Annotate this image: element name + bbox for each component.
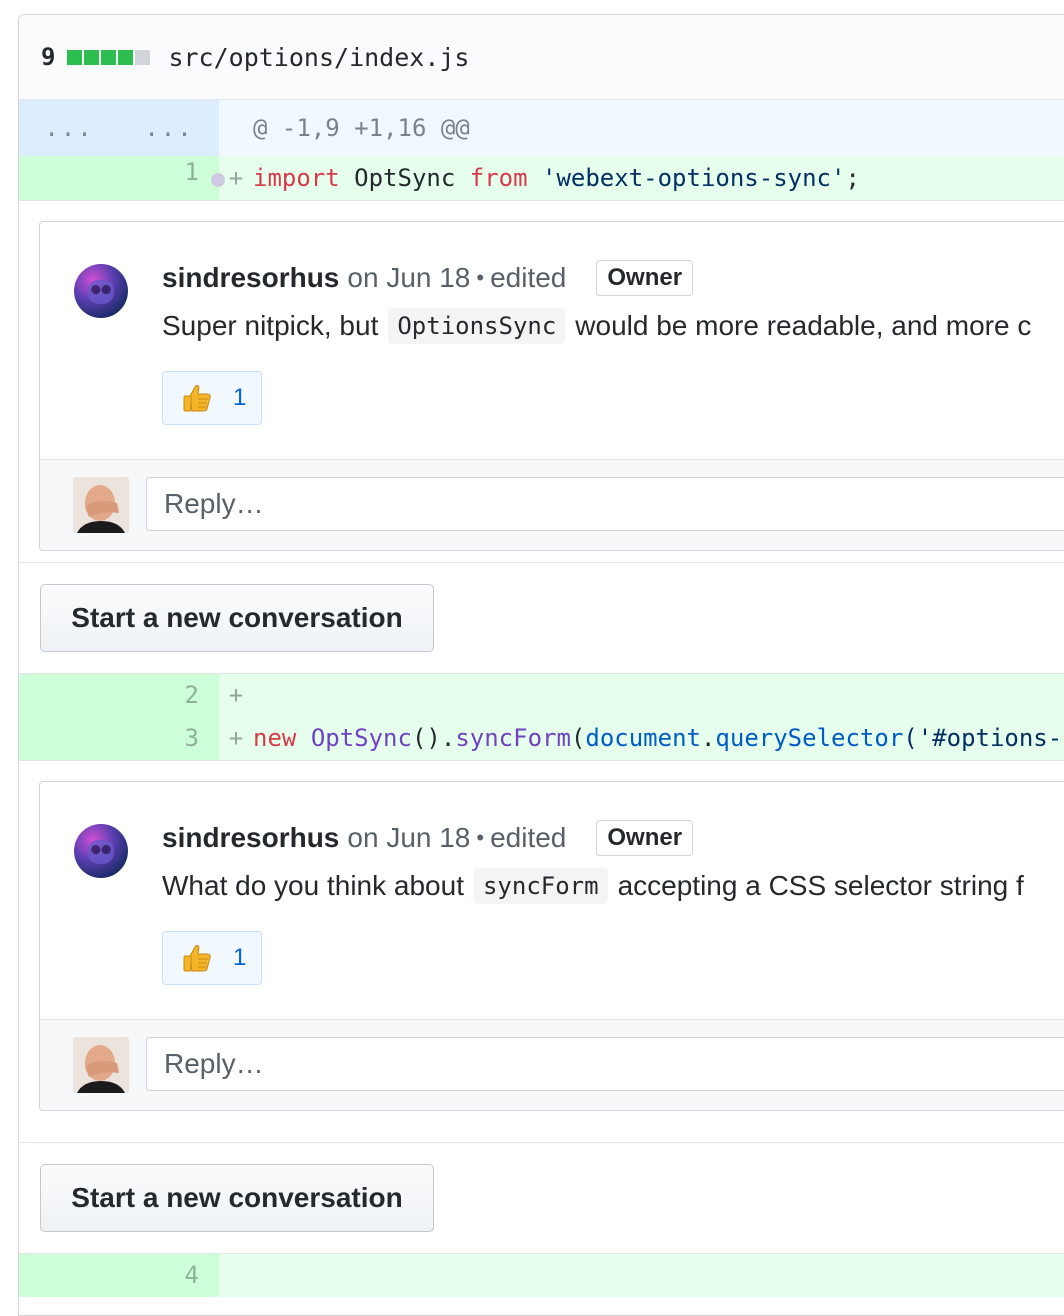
comment-header: sindresorhus on Jun 18 • edited Owner: [162, 260, 694, 296]
comment-text-part: What do you think about: [162, 870, 464, 901]
token-method: syncForm: [455, 724, 571, 752]
comment-body: sindresorhus on Jun 18 • edited Owner Wh…: [40, 782, 1064, 1019]
inline-code: syncForm: [473, 868, 608, 904]
comment-body: sindresorhus on Jun 18 • edited Owner Su…: [40, 222, 1064, 459]
token-method: querySelector: [715, 724, 904, 752]
hunk-header-row: ... ... @ -1,9 +1,16 @@: [19, 100, 1064, 156]
reply-area: Reply…: [40, 1019, 1064, 1110]
owner-badge: Owner: [596, 820, 694, 856]
token-string: ('#options-: [903, 724, 1063, 752]
diffstat-blocks: [67, 49, 152, 65]
author-avatar[interactable]: [74, 824, 128, 878]
thumbs-up-reaction-button[interactable]: 1: [162, 371, 262, 425]
comment-text-part: Super nitpick, but: [162, 310, 379, 341]
comment-box: sindresorhus on Jun 18 • edited Owner Wh…: [39, 781, 1064, 1111]
reply-input[interactable]: Reply…: [146, 477, 1064, 531]
reply-input[interactable]: Reply…: [146, 1037, 1064, 1091]
diffstat-block: [84, 49, 100, 65]
author-link[interactable]: sindresorhus: [162, 262, 339, 294]
diffstat-block: [135, 49, 151, 65]
diffstat-block: [101, 49, 117, 65]
code-content: + new OptSync().syncForm(document.querySe…: [219, 717, 1062, 760]
token-keyword: new: [253, 724, 297, 752]
thumbs-up-reaction-button[interactable]: 1: [162, 931, 262, 985]
comment-text: Super nitpick, but OptionsSync would be …: [162, 308, 1031, 344]
comment-marker-icon[interactable]: [211, 173, 225, 187]
diffstat-block: [118, 49, 134, 65]
token-constant: document: [585, 724, 701, 752]
old-line-number: [19, 156, 119, 200]
inline-code: OptionsSync: [388, 308, 566, 344]
plus-sign: +: [228, 681, 244, 709]
comment-box: sindresorhus on Jun 18 • edited Owner Su…: [39, 221, 1064, 551]
old-line-number: [19, 717, 119, 760]
line-gutter: 2: [19, 674, 219, 717]
token-keyword: from: [469, 164, 528, 192]
comment-thread: sindresorhus on Jun 18 • edited Owner Wh…: [19, 760, 1064, 1143]
token-identifier: OptSync: [339, 164, 470, 192]
edited-dropdown[interactable]: edited: [490, 822, 566, 854]
code-line-4: 4: [19, 1254, 1064, 1297]
new-line-number[interactable]: 2: [119, 674, 219, 717]
new-line-number[interactable]: 3: [119, 717, 219, 760]
new-line-number[interactable]: 1: [119, 150, 219, 200]
current-user-avatar: [73, 477, 129, 533]
start-conversation-button[interactable]: Start a new conversation: [40, 1164, 434, 1232]
edited-dropdown[interactable]: edited: [490, 262, 566, 294]
conversation-region: Start a new conversation: [19, 563, 1064, 674]
comment-text-part: would be more readable, and more c: [575, 310, 1032, 341]
code-content: +: [219, 674, 253, 717]
conversation-region: Start a new conversation: [19, 1143, 1064, 1254]
separator-dot: •: [476, 825, 485, 850]
comment-header: sindresorhus on Jun 18 • edited Owner: [162, 820, 694, 856]
thumbs-up-icon: [183, 945, 211, 972]
token-punctuation: .: [700, 724, 716, 752]
token-punctuation: (: [570, 724, 586, 752]
line-gutter: 1: [19, 156, 219, 200]
expand-up-button[interactable]: ...: [19, 100, 119, 156]
comment-timestamp[interactable]: on Jun 18: [347, 822, 470, 854]
code-line-1: 1 + import OptSync from 'webext-options-s…: [19, 156, 1064, 200]
diffstat-block: [67, 49, 83, 65]
token-punctuation: ().: [411, 724, 456, 752]
line-gutter: 4: [19, 1254, 219, 1297]
plus-sign: +: [228, 724, 244, 752]
owner-badge: Owner: [596, 260, 694, 296]
author-link[interactable]: sindresorhus: [162, 822, 339, 854]
reaction-count: 1: [233, 944, 247, 971]
hunk-gutter: ... ...: [19, 100, 219, 156]
comment-timestamp[interactable]: on Jun 18: [347, 262, 470, 294]
code-line-2: 2 +: [19, 674, 1064, 717]
start-conversation-button[interactable]: Start a new conversation: [40, 584, 434, 652]
facepalm-avatar-icon: [73, 1037, 129, 1093]
diff-file: 9 src/options/index.js ... ... @ -1,9 +1…: [18, 14, 1064, 1316]
line-gutter: 3: [19, 717, 219, 760]
diffstat-count: 9: [41, 43, 56, 71]
old-line-number: [19, 1254, 119, 1297]
current-user-avatar: [73, 1037, 129, 1093]
token-class: OptSync: [310, 724, 412, 752]
comment-text: What do you think about syncForm accepti…: [162, 868, 1024, 904]
separator-dot: •: [476, 265, 485, 290]
code-content: + import OptSync from 'webext-options-syn…: [219, 156, 860, 200]
token-keyword: import: [253, 164, 340, 192]
facepalm-avatar-icon: [73, 477, 129, 533]
author-avatar[interactable]: [74, 264, 128, 318]
reply-area: Reply…: [40, 459, 1064, 550]
token-string: 'webext-options-sync': [542, 164, 846, 192]
file-header: 9 src/options/index.js: [19, 15, 1064, 100]
token-punctuation: ;: [845, 164, 860, 192]
code-line-3: 3 + new OptSync().syncForm(document.query…: [19, 717, 1064, 760]
expand-down-button[interactable]: ...: [119, 100, 219, 156]
comment-text-part: accepting a CSS selector string f: [617, 870, 1024, 901]
thumbs-up-icon: [183, 385, 211, 412]
new-line-number[interactable]: 4: [119, 1254, 219, 1297]
reaction-count: 1: [233, 384, 247, 411]
comment-thread: sindresorhus on Jun 18 • edited Owner Su…: [19, 200, 1064, 563]
file-name-link[interactable]: src/options/index.js: [168, 43, 469, 72]
hunk-header: @ -1,9 +1,16 @@: [253, 114, 470, 142]
old-line-number: [19, 674, 119, 717]
